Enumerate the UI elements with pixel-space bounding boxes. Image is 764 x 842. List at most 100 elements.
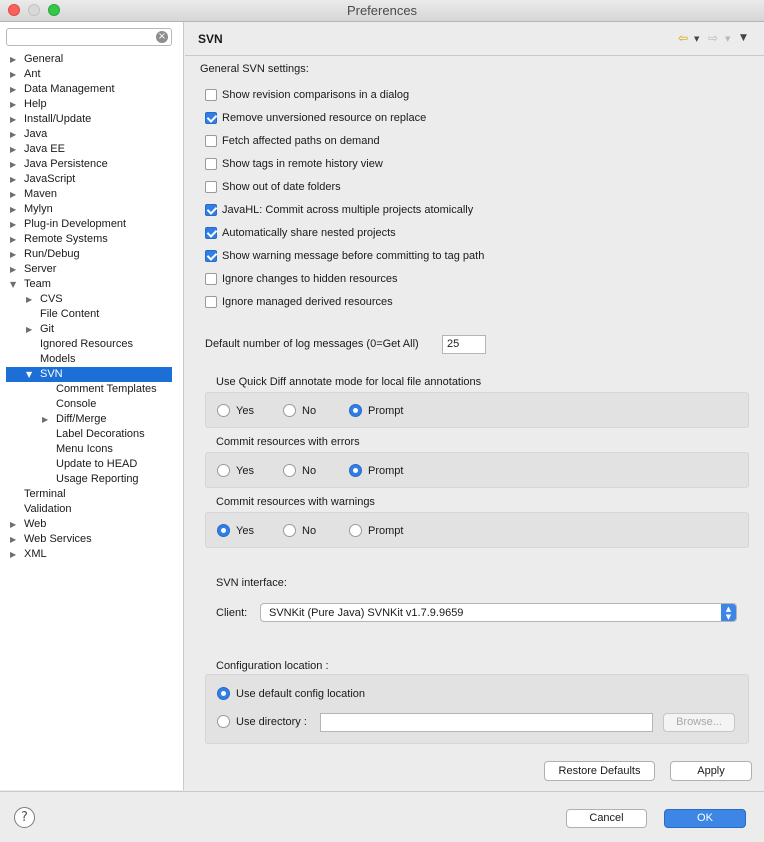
- tree-item-web[interactable]: ▶ Web: [0, 517, 183, 532]
- expanded-arrow-icon[interactable]: ▼: [10, 277, 20, 292]
- apply-button[interactable]: Apply: [670, 761, 752, 781]
- checkbox-show-warning-message-before-committing-t[interactable]: Show warning message before committing t…: [205, 250, 484, 262]
- tree-item-server[interactable]: ▶ Server: [0, 262, 183, 277]
- restore-defaults-button[interactable]: Restore Defaults: [544, 761, 655, 781]
- checkbox-javahl-commit-across-multiple-projects-a[interactable]: JavaHL: Commit across multiple projects …: [205, 204, 473, 216]
- radio-prompt[interactable]: Prompt: [349, 404, 403, 417]
- tree-item-install-update[interactable]: ▶ Install/Update: [0, 112, 183, 127]
- tree-item-cvs[interactable]: ▶ CVS: [0, 292, 183, 307]
- radio-yes[interactable]: Yes: [217, 464, 254, 477]
- tree-item-team[interactable]: ▼ Team: [0, 277, 183, 292]
- radio-no[interactable]: No: [283, 404, 316, 417]
- tree-item-remote-systems[interactable]: ▶ Remote Systems: [0, 232, 183, 247]
- tree-item-data-management[interactable]: ▶ Data Management: [0, 82, 183, 97]
- collapsed-arrow-icon[interactable]: ▶: [10, 187, 20, 202]
- collapsed-arrow-icon[interactable]: ▶: [10, 142, 20, 157]
- collapsed-arrow-icon[interactable]: ▶: [10, 82, 20, 97]
- clear-icon[interactable]: ×: [156, 31, 168, 43]
- radio-prompt[interactable]: Prompt: [349, 524, 403, 537]
- tree-item-svn[interactable]: ▼ SVN: [6, 367, 172, 382]
- collapsed-arrow-icon[interactable]: ▶: [42, 412, 52, 427]
- checkbox-show-revision-comparisons-in-a-dialog[interactable]: Show revision comparisons in a dialog: [205, 89, 409, 101]
- tree-item-diff-merge[interactable]: ▶ Diff/Merge: [0, 412, 183, 427]
- checkbox-fetch-affected-paths-on-demand[interactable]: Fetch affected paths on demand: [205, 135, 380, 147]
- tree-item-terminal[interactable]: Terminal: [0, 487, 183, 502]
- tree-item-general[interactable]: ▶ General: [0, 52, 183, 67]
- browse-button[interactable]: Browse...: [663, 713, 735, 732]
- checkbox-remove-unversioned-resource-on-replace[interactable]: Remove unversioned resource on replace: [205, 112, 426, 124]
- tree-item-plug-in-development[interactable]: ▶ Plug-in Development: [0, 217, 183, 232]
- cancel-button[interactable]: Cancel: [566, 809, 647, 828]
- radio-yes[interactable]: Yes: [217, 404, 254, 417]
- collapsed-arrow-icon[interactable]: ▶: [10, 172, 20, 187]
- collapsed-arrow-icon[interactable]: ▶: [10, 547, 20, 562]
- checkbox-automatically-share-nested-projects[interactable]: Automatically share nested projects: [205, 227, 396, 239]
- tree-item-help[interactable]: ▶ Help: [0, 97, 183, 112]
- tree-item-java-persistence[interactable]: ▶ Java Persistence: [0, 157, 183, 172]
- collapsed-arrow-icon[interactable]: ▶: [10, 157, 20, 172]
- tree-item-javascript[interactable]: ▶ JavaScript: [0, 172, 183, 187]
- tree-item-maven[interactable]: ▶ Maven: [0, 187, 183, 202]
- collapsed-arrow-icon[interactable]: ▶: [10, 127, 20, 142]
- tree-item-usage-reporting[interactable]: Usage Reporting: [0, 472, 183, 487]
- tree-item-file-content[interactable]: File Content: [0, 307, 183, 322]
- tree-item-validation[interactable]: Validation: [0, 502, 183, 517]
- tree-item-xml[interactable]: ▶ XML: [0, 547, 183, 562]
- collapsed-arrow-icon[interactable]: ▶: [10, 112, 20, 127]
- tree-item-run-debug[interactable]: ▶ Run/Debug: [0, 247, 183, 262]
- tree-item-java[interactable]: ▶ Java: [0, 127, 183, 142]
- tree-item-web-services[interactable]: ▶ Web Services: [0, 532, 183, 547]
- collapsed-arrow-icon[interactable]: ▶: [10, 517, 20, 532]
- radio-label: Yes: [236, 524, 254, 537]
- use-default-config-radio[interactable]: Use default config location: [217, 687, 365, 700]
- tree-item-mylyn[interactable]: ▶ Mylyn: [0, 202, 183, 217]
- tree-item-models[interactable]: Models: [0, 352, 183, 367]
- filter-input[interactable]: ×: [6, 28, 172, 46]
- radio-yes[interactable]: Yes: [217, 524, 254, 537]
- radio-group-label: Commit resources with errors: [216, 436, 360, 448]
- title-bar: Preferences: [0, 0, 764, 22]
- expanded-arrow-icon[interactable]: ▼: [26, 367, 36, 382]
- tree-item-java-ee[interactable]: ▶ Java EE: [0, 142, 183, 157]
- tree-item-comment-templates[interactable]: Comment Templates: [0, 382, 183, 397]
- collapsed-arrow-icon[interactable]: ▶: [26, 322, 36, 337]
- collapsed-arrow-icon[interactable]: ▶: [10, 217, 20, 232]
- tree-item-label: Ignored Resources: [40, 338, 133, 350]
- radio-no[interactable]: No: [283, 524, 316, 537]
- checkbox-ignore-changes-to-hidden-resources[interactable]: Ignore changes to hidden resources: [205, 273, 398, 285]
- use-directory-radio[interactable]: Use directory :: [217, 715, 307, 728]
- tree-item-label-decorations[interactable]: Label Decorations: [0, 427, 183, 442]
- collapsed-arrow-icon[interactable]: ▶: [10, 97, 20, 112]
- checkbox-show-tags-in-remote-history-view[interactable]: Show tags in remote history view: [205, 158, 383, 170]
- back-arrow-icon[interactable]: ⇦: [678, 31, 688, 45]
- help-icon[interactable]: ?: [14, 807, 35, 828]
- collapsed-arrow-icon[interactable]: ▶: [10, 247, 20, 262]
- log-messages-input[interactable]: 25: [442, 335, 486, 354]
- tree-item-ignored-resources[interactable]: Ignored Resources: [0, 337, 183, 352]
- tree-item-git[interactable]: ▶ Git: [0, 322, 183, 337]
- tree-item-menu-icons[interactable]: Menu Icons: [0, 442, 183, 457]
- collapsed-arrow-icon[interactable]: ▶: [10, 202, 20, 217]
- tree-item-ant[interactable]: ▶ Ant: [0, 67, 183, 82]
- ok-button[interactable]: OK: [664, 809, 746, 828]
- checkbox-ignore-managed-derived-resources[interactable]: Ignore managed derived resources: [205, 296, 393, 308]
- forward-dropdown-icon[interactable]: ▼: [725, 35, 730, 43]
- tree-item-console[interactable]: Console: [0, 397, 183, 412]
- collapsed-arrow-icon[interactable]: ▶: [10, 67, 20, 82]
- back-dropdown-icon[interactable]: ▼: [694, 35, 699, 43]
- tree-item-update-to-head[interactable]: Update to HEAD: [0, 457, 183, 472]
- client-select[interactable]: SVNKit (Pure Java) SVNKit v1.7.9.9659 ▲ ▼: [260, 603, 737, 622]
- radio-no[interactable]: No: [283, 464, 316, 477]
- radio-indicator: [217, 715, 230, 728]
- view-menu-icon[interactable]: ▼: [740, 33, 747, 43]
- collapsed-arrow-icon[interactable]: ▶: [26, 292, 36, 307]
- radio-prompt[interactable]: Prompt: [349, 464, 403, 477]
- checkbox-indicator: [205, 181, 217, 193]
- collapsed-arrow-icon[interactable]: ▶: [10, 232, 20, 247]
- forward-arrow-icon[interactable]: ⇨: [708, 31, 718, 45]
- directory-input[interactable]: [320, 713, 653, 732]
- checkbox-show-out-of-date-folders[interactable]: Show out of date folders: [205, 181, 341, 193]
- collapsed-arrow-icon[interactable]: ▶: [10, 52, 20, 67]
- collapsed-arrow-icon[interactable]: ▶: [10, 262, 20, 277]
- collapsed-arrow-icon[interactable]: ▶: [10, 532, 20, 547]
